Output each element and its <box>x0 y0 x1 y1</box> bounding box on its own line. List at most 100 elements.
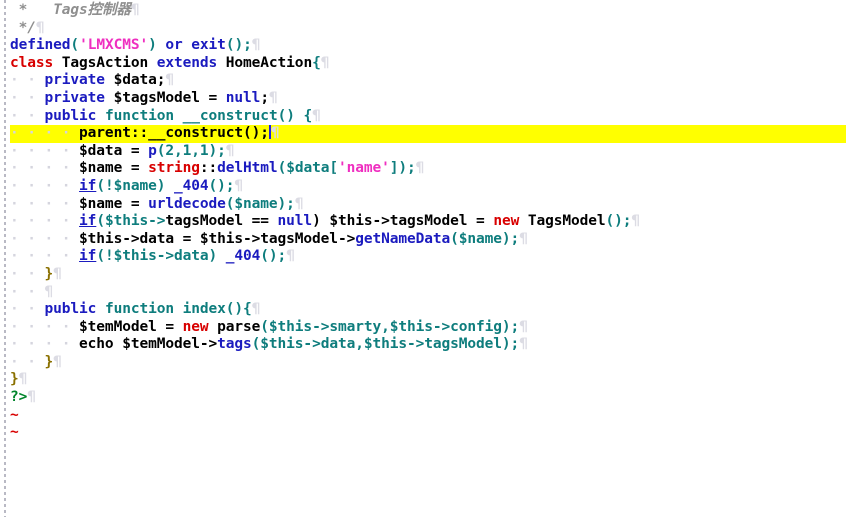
end-of-line-mark: ¶ <box>320 54 330 71</box>
end-of-line-mark: ¶ <box>130 2 140 18</box>
leading-whitespace-dots: · · · · <box>10 160 80 177</box>
code-token-punct: { <box>312 54 321 71</box>
code-line[interactable]: ~ <box>10 424 846 442</box>
code-line[interactable]: · · private $data;¶ <box>10 72 846 90</box>
code-token-keyword: private <box>44 72 106 89</box>
code-token-brace: } <box>44 265 54 282</box>
end-of-line-mark: ¶ <box>294 195 304 212</box>
code-line[interactable]: · · }¶ <box>10 354 846 372</box>
code-token-plain: :: <box>130 125 149 142</box>
code-token-plain: $data = <box>79 142 149 159</box>
code-line[interactable]: · · · · $name = string::delHtml($data['n… <box>10 160 846 178</box>
end-of-line-mark: ¶ <box>519 318 528 335</box>
code-token-identifier: _404 <box>173 177 209 194</box>
code-token-punct: (2,1,1); <box>156 142 226 159</box>
code-line[interactable]: class TagsAction extends HomeAction{¶ <box>10 55 846 73</box>
code-token-punct: () { <box>277 107 313 124</box>
code-token-keyword-u: if <box>79 248 97 265</box>
code-line[interactable]: ?>¶ <box>10 389 846 407</box>
leading-whitespace-dots: · · <box>10 353 45 370</box>
code-editor-window[interactable]: * Tags控制器¶ */¶ defined('LMXCMS') or exit(… <box>0 0 846 517</box>
leading-whitespace-dots: · · · · <box>10 318 80 335</box>
code-token-function: function <box>104 107 174 124</box>
code-token-function: index <box>182 301 226 318</box>
code-token-brace: } <box>44 353 54 370</box>
code-token-string: 'name' <box>337 160 390 177</box>
code-token-punct: (!$name) <box>96 177 174 194</box>
code-token-identifier: getNameData <box>355 230 451 247</box>
code-line[interactable]: */¶ <box>10 20 846 38</box>
code-token-plain: ; <box>260 89 269 106</box>
code-token-keyword-u: if <box>79 177 97 194</box>
leading-whitespace-dots: · · · · <box>10 248 80 265</box>
end-of-line-mark: ¶ <box>234 177 244 194</box>
code-token-plain: $this->data = $this->tagsModel-> <box>79 230 356 247</box>
code-token-keyword: extends <box>156 54 218 71</box>
code-line-cursor[interactable]: · · · · parent::__construct(); ¶ <box>10 125 846 143</box>
code-line[interactable]: · · public function __construct() {¶ <box>10 108 846 126</box>
leading-whitespace-dots: · · <box>10 301 45 318</box>
code-token-comment: */ <box>18 19 36 36</box>
leading-whitespace-dots: · · <box>10 107 45 124</box>
code-token-comment: * Tags控制器 <box>18 2 131 18</box>
code-token-punct: (){ <box>225 301 252 318</box>
code-line[interactable]: · · · · echo $temModel->tags($this->data… <box>10 336 846 354</box>
end-of-line-mark: ¶ <box>225 142 235 159</box>
code-line[interactable]: · · · · $temModel = new parse($this->sma… <box>10 319 846 337</box>
leading-whitespace-dots: · · · · <box>10 230 80 247</box>
end-of-line-mark: ¶ <box>27 389 36 406</box>
code-line[interactable]: · · · · $data = p(2,1,1);¶ <box>10 143 846 161</box>
leading-whitespace-dots: · · · · <box>10 177 80 194</box>
code-line[interactable]: }¶ <box>10 371 846 389</box>
code-line[interactable]: · · private $tagsModel = null;¶ <box>10 90 846 108</box>
code-token-plain: $temModel = <box>79 318 183 335</box>
end-of-line-mark: ¶ <box>519 230 528 247</box>
code-token-keyword: defined <box>10 37 71 54</box>
code-line[interactable]: · · · · if($this->tagsModel == null) $th… <box>10 213 846 231</box>
code-token-brace: } <box>10 371 19 388</box>
code-token-identifier: urldecode <box>148 195 226 212</box>
end-of-line-mark: ¶ <box>251 37 261 54</box>
end-of-line-mark: ¶ <box>35 19 45 36</box>
end-of-line-mark: ¶ <box>18 371 28 388</box>
code-token-string: 'LMXCMS' <box>79 37 149 54</box>
code-token-keyword: public <box>44 107 97 124</box>
code-line[interactable]: · · public function index(){¶ <box>10 301 846 319</box>
end-of-line-mark: ¶ <box>268 89 278 106</box>
code-token-plain: TagsModel <box>519 213 606 230</box>
end-of-line-mark: ¶ <box>631 213 641 230</box>
code-token-punct: ($name); <box>450 230 520 247</box>
leading-whitespace-dots: · · <box>10 265 45 282</box>
code-text-area[interactable]: * Tags控制器¶ */¶ defined('LMXCMS') or exit(… <box>10 2 846 442</box>
code-line[interactable]: · · · · if(!$name) _404();¶ <box>10 178 846 196</box>
code-token-punct: ($this->data,$this->tagsModel); <box>251 336 520 353</box>
code-token-plain: TagsAction <box>53 54 157 71</box>
code-token-plain: tagsModel == <box>165 213 278 230</box>
code-token-punct: ($data[ <box>277 160 339 177</box>
code-line[interactable]: defined('LMXCMS') or exit();¶ <box>10 37 846 55</box>
end-of-line-mark: ¶ <box>165 72 175 89</box>
end-of-line-mark: ¶ <box>53 265 62 282</box>
leading-whitespace-dots: · · <box>10 72 45 89</box>
code-token-plain: $name = <box>79 195 149 212</box>
code-token-punct: -> <box>148 213 166 230</box>
code-line[interactable]: * Tags控制器¶ <box>10 2 846 20</box>
code-line[interactable]: · · · · $this->data = $this->tagsModel->… <box>10 231 846 249</box>
code-line[interactable]: · · · · if(!$this->data) _404();¶ <box>10 248 846 266</box>
code-token-identifier: p <box>148 142 157 159</box>
code-token-punct: ( <box>70 37 80 54</box>
code-line[interactable]: · · ¶ <box>10 284 846 302</box>
code-token-plain: HomeAction <box>217 54 313 71</box>
end-of-line-mark: ¶ <box>286 248 295 265</box>
code-token-plain: $data; <box>104 72 166 89</box>
code-line[interactable]: · · }¶ <box>10 266 846 284</box>
empty-line-tilde-marker: ~ <box>10 406 19 423</box>
code-token-plain: ) $this->tagsModel = <box>312 213 494 230</box>
code-token-punct: (); <box>605 213 632 230</box>
leading-whitespace-dots: · · <box>10 283 45 300</box>
code-line[interactable]: ~ <box>10 407 846 425</box>
code-line[interactable]: · · · · $name = urldecode($name);¶ <box>10 196 846 214</box>
